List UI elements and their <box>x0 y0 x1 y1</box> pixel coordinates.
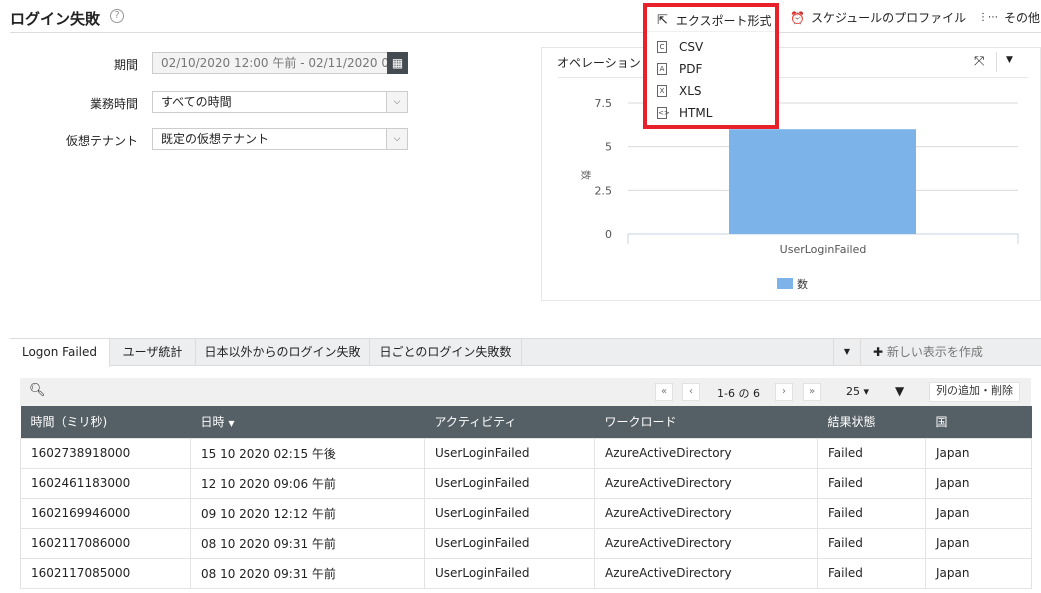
table-toolbar: 🔍︎ « ‹ 1-6 の 6 › » 25 ▾ ▼ 列の追加・削除 <box>20 378 1031 406</box>
bar-chart: 02.557.5UserLoginFailed数数 <box>579 97 1019 291</box>
chart-panel: オペレーション ⤧ ▼ 0 2.5 5 7.5 UserLoginFailed 数数 <box>541 47 1041 301</box>
table-cell: 08 10 2020 09:31 午前 <box>190 527 425 559</box>
table-cell: Japan <box>925 497 1032 529</box>
table-cell: 1602117085000 <box>20 557 191 589</box>
schedule-profile-button[interactable]: ⏰ スケジュールのプロファイル <box>790 9 966 26</box>
last-page-button[interactable]: » <box>803 383 821 401</box>
export-html[interactable]: <> HTML <box>657 106 712 120</box>
business-hours-label: 業務時間 <box>89 97 138 111</box>
business-hours-select[interactable]: すべての時間 ⌵ <box>152 91 408 113</box>
table-cell: UserLoginFailed <box>424 557 595 589</box>
table-cell: UserLoginFailed <box>424 437 595 469</box>
chevron-down-icon: ⌵ <box>386 92 407 112</box>
add-remove-columns-button[interactable]: 列の追加・削除 <box>929 382 1020 402</box>
search-icon[interactable]: 🔍︎ <box>29 383 46 398</box>
table-cell: AzureActiveDirectory <box>594 557 818 589</box>
data-table: 🔍︎ « ‹ 1-6 の 6 › » 25 ▾ ▼ 列の追加・削除 時間（ミリ秒… <box>20 378 1032 589</box>
y-tick-label: 2.5 <box>595 184 613 197</box>
chevron-down-icon: ⌵ <box>386 129 407 149</box>
table-cell: Failed <box>817 527 926 559</box>
table-cell: AzureActiveDirectory <box>594 467 818 499</box>
y-tick-label: 7.5 <box>595 97 613 110</box>
table-row[interactable]: 1602117085000 08 10 2020 09:31 午前 UserLogi… <box>20 557 1032 589</box>
more-icon: ⋮⋯ <box>978 12 998 23</box>
col-activity[interactable]: アクティビティ <box>424 406 595 438</box>
calendar-icon[interactable]: ▦ <box>387 52 408 74</box>
html-file-icon: <> <box>657 107 670 119</box>
pager-text: 1-6 の 6 <box>717 387 760 400</box>
tab-user-stats[interactable]: ユーザ統計 <box>110 339 196 366</box>
table-cell: 12 10 2020 09:06 午前 <box>190 467 425 499</box>
table-cell: UserLoginFailed <box>424 467 595 499</box>
help-icon[interactable]: ? <box>110 9 124 23</box>
table-cell: UserLoginFailed <box>424 527 595 559</box>
col-result[interactable]: 結果状態 <box>817 406 926 438</box>
tab-outside-japan[interactable]: 日本以外からのログイン失敗 <box>196 339 370 366</box>
page-title: ログイン失敗 <box>10 10 101 28</box>
export-menu: ⇱ エクスポート形式 C CSV A PDF X XLS <> HTML <box>643 3 779 129</box>
table-cell: 1602169946000 <box>20 497 191 529</box>
tenant-select[interactable]: 既定の仮想テナント ⌵ <box>152 128 408 150</box>
y-tick-label: 0 <box>605 228 612 241</box>
page-size-select[interactable]: 25 ▾ <box>846 385 869 398</box>
table-cell: Failed <box>817 497 926 529</box>
col-datetime[interactable]: 日時 ▼ <box>190 406 425 438</box>
legend-label: 数 <box>797 278 808 291</box>
period-input[interactable]: 02/10/2020 12:00 午前 - 02/11/2020 0 <box>152 52 388 74</box>
view-tabs: Logon Failed ユーザ統計 日本以外からのログイン失敗 日ごとのログイ… <box>10 338 1041 367</box>
y-axis-label: 数 <box>579 170 592 180</box>
table-cell: Failed <box>817 437 926 469</box>
divider <box>10 32 1041 33</box>
table-cell: Japan <box>925 467 1032 499</box>
sort-desc-icon: ▼ <box>228 419 235 429</box>
export-icon: ⇱ <box>657 13 668 28</box>
table-cell: 15 10 2020 02:15 午後 <box>190 437 425 469</box>
table-cell: 1602117086000 <box>20 527 191 559</box>
table-cell: Failed <box>817 557 926 589</box>
table-cell: Japan <box>925 557 1032 589</box>
export-pdf[interactable]: A PDF <box>657 62 702 76</box>
table-cell: Japan <box>925 527 1032 559</box>
new-view-button[interactable]: ✚ 新しい表示を作成 <box>873 339 983 366</box>
first-page-button[interactable]: « <box>655 383 673 401</box>
export-csv[interactable]: C CSV <box>657 40 703 54</box>
period-label: 期間 <box>113 58 138 72</box>
table-cell: 1602738918000 <box>20 437 191 469</box>
next-page-button[interactable]: › <box>775 383 793 401</box>
table-cell: AzureActiveDirectory <box>594 437 818 469</box>
col-country[interactable]: 国 <box>925 406 1032 438</box>
y-tick-label: 5 <box>605 141 612 154</box>
tab-daily-count[interactable]: 日ごとのログイン失敗数 <box>370 339 522 366</box>
table-cell: AzureActiveDirectory <box>594 497 818 529</box>
prev-page-button[interactable]: ‹ <box>682 383 700 401</box>
legend-swatch[interactable] <box>777 278 793 289</box>
table-cell: 08 10 2020 09:31 午前 <box>190 557 425 589</box>
col-workload[interactable]: ワークロード <box>594 406 818 438</box>
tenant-label: 仮想テナント <box>65 134 138 148</box>
xls-file-icon: X <box>657 85 667 97</box>
table-cell: Failed <box>817 467 926 499</box>
more-button[interactable]: ⋮⋯ その他 <box>978 9 1040 26</box>
divider <box>647 31 775 32</box>
table-cell: AzureActiveDirectory <box>594 527 818 559</box>
table-cell: 09 10 2020 12:12 午前 <box>190 497 425 529</box>
table-cell: 1602461183000 <box>20 467 191 499</box>
table-row[interactable]: 1602117086000 08 10 2020 09:31 午前 UserLogi… <box>20 527 1032 559</box>
csv-file-icon: C <box>657 41 667 53</box>
bar[interactable] <box>729 129 916 234</box>
table-row[interactable]: 1602461183000 12 10 2020 09:06 午前 UserLogi… <box>20 467 1032 499</box>
export-format-button[interactable]: ⇱ エクスポート形式 <box>657 12 772 29</box>
table-cell: UserLoginFailed <box>424 497 595 529</box>
x-tick-label: UserLoginFailed <box>780 243 867 256</box>
pdf-file-icon: A <box>657 63 667 75</box>
tabs-dropdown-icon[interactable]: ▼ <box>833 339 861 366</box>
table-row[interactable]: 1602738918000 15 10 2020 02:15 午後 UserLogi… <box>20 437 1032 469</box>
alarm-clock-icon: ⏰ <box>790 10 805 25</box>
table-cell: Japan <box>925 437 1032 469</box>
tab-logon-failed[interactable]: Logon Failed <box>10 339 110 367</box>
table-row[interactable]: 1602169946000 09 10 2020 12:12 午前 UserLogi… <box>20 497 1032 529</box>
filter-icon[interactable]: ▼ <box>895 384 904 398</box>
export-xls[interactable]: X XLS <box>657 84 702 98</box>
col-time-ms[interactable]: 時間（ミリ秒) <box>20 406 191 438</box>
